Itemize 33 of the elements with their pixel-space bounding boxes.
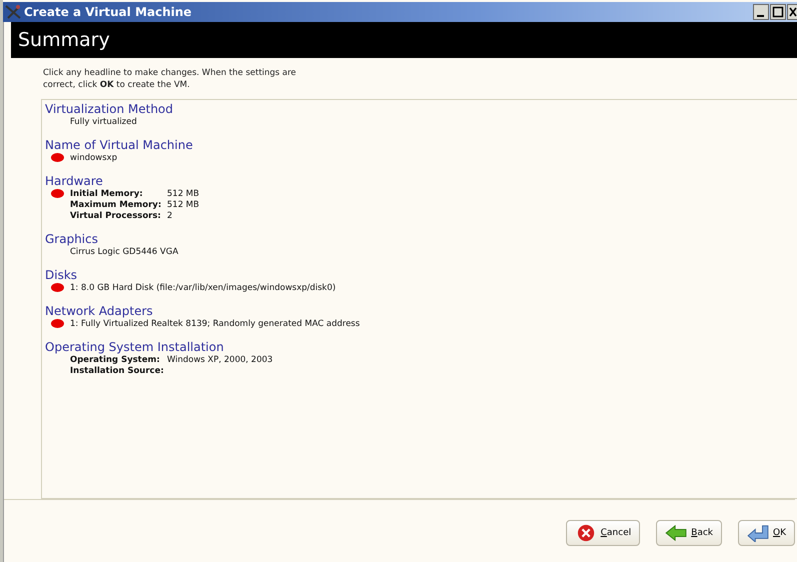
cancel-button[interactable]: Cancel: [566, 520, 640, 546]
section-headline[interactable]: Graphics: [45, 232, 98, 246]
maximize-icon[interactable]: [770, 4, 786, 20]
page-title: Summary: [18, 29, 110, 51]
tools-icon: [5, 4, 21, 20]
return-arrow-icon: [747, 524, 769, 542]
back-button[interactable]: Back: [656, 520, 722, 546]
close-icon[interactable]: [787, 4, 797, 20]
summary-value: 1: 8.0 GB Hard Disk (file:/var/lib/xen/images/windowsxp/disk0): [70, 282, 336, 292]
field-label: Initial Memory:: [70, 188, 144, 198]
summary-value: windowsxp: [70, 152, 118, 162]
summary-value: Cirrus Logic GD5446 VGA: [70, 246, 178, 256]
section-headline[interactable]: Operating System Installation: [45, 340, 224, 354]
field-value: 512 MB: [167, 188, 200, 198]
section-headline[interactable]: Hardware: [45, 174, 103, 188]
section-headline[interactable]: Name of Virtual Machine: [45, 138, 193, 152]
summary-value: 1: Fully Virtualized Realtek 8139; Randomly generated MAC address: [70, 318, 360, 328]
summary-value: Fully virtualized: [70, 116, 137, 126]
left-arrow-icon: [665, 524, 688, 542]
section-headline[interactable]: Network Adapters: [45, 304, 153, 318]
ok-button[interactable]: OK: [738, 520, 795, 546]
section-headline[interactable]: Virtualization Method: [45, 102, 174, 116]
field-label: Installation Source:: [70, 366, 165, 376]
minimize-icon[interactable]: [753, 4, 769, 20]
field-label: Maximum Memory:: [70, 200, 162, 210]
field-value: 2: [167, 210, 172, 220]
instructions-text: Click any headline to make changes. When the settings are correct, click OK to create the VM.: [43, 67, 298, 91]
field-value: 512 MB: [167, 200, 200, 210]
field-label: Operating System:: [70, 354, 161, 364]
field-value: Windows XP, 2000, 2003: [167, 354, 273, 364]
field-label: Virtual Processors:: [70, 210, 162, 220]
window-title: Create a Virtual Machine: [24, 5, 193, 19]
section-headline[interactable]: Disks: [45, 268, 78, 282]
